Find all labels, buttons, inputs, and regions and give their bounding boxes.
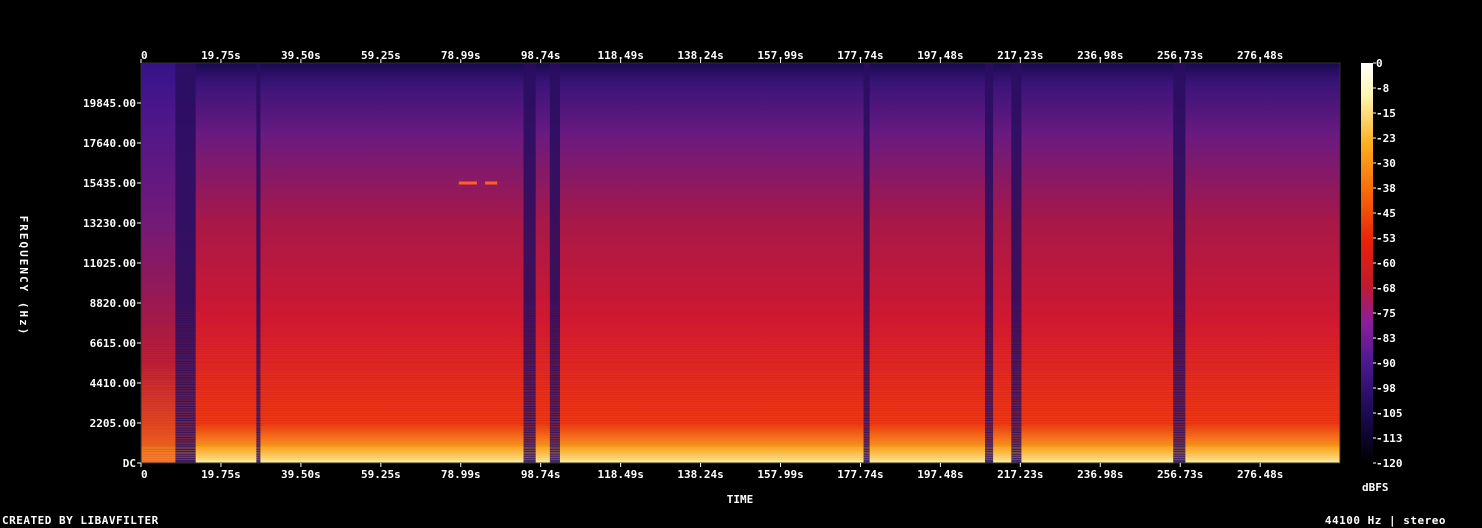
y-tick-label: 19845.00 — [83, 97, 136, 110]
x-tick-label-bottom: 0 — [141, 468, 148, 481]
x-ticks-top: 0 19.75s 39.50s 59.25s 78.99s 98.74s 118.49s 13… — [140, 49, 1283, 63]
colorbar-tick-label: -15 — [1376, 107, 1396, 120]
colorbar-tick-label: -60 — [1376, 257, 1396, 270]
y-ticks: DC 2205.00 4410.00 6615.00 8820.00 11025.00 13… — [83, 97, 141, 470]
x-tick-label-top: 59.25s — [361, 49, 401, 62]
x-tick-label-bottom: 78.99s — [441, 468, 481, 481]
quiet-segment — [1011, 63, 1022, 463]
colorbar-tick-label: -38 — [1376, 182, 1396, 195]
x-tick-label-bottom: 177.74s — [837, 468, 883, 481]
quiet-segment — [256, 63, 261, 463]
x-tick-label-bottom: 236.98s — [1077, 468, 1123, 481]
tone-segment — [458, 181, 477, 185]
colorbar-tick-label: -8 — [1376, 82, 1389, 95]
colorbar-tick-label: -53 — [1376, 232, 1396, 245]
quiet-segment — [984, 63, 994, 463]
colorbar-tick-label: -105 — [1376, 407, 1403, 420]
x-tick-label-top: 98.74s — [521, 49, 561, 62]
colorbar-tick-label: 0 — [1376, 57, 1383, 70]
colorbar-gradient — [1361, 63, 1373, 463]
x-tick-label-top: 78.99s — [441, 49, 481, 62]
footer-left: CREATED BY LIBAVFILTER — [2, 514, 159, 527]
y-tick-label: 11025.00 — [83, 257, 136, 270]
colorbar-label: dBFS — [1362, 481, 1389, 494]
y-axis-label: FREQUENCY (Hz) — [17, 216, 30, 337]
colorbar-tick-label: -90 — [1376, 357, 1396, 370]
x-tick-label-bottom: 217.23s — [997, 468, 1043, 481]
x-tick-label-top: 0 — [141, 49, 148, 62]
x-tick-label-top: 19.75s — [201, 49, 241, 62]
y-tick-label: 6615.00 — [90, 337, 136, 350]
quiet-segment — [175, 63, 196, 463]
x-tick-label-bottom: 118.49s — [597, 468, 643, 481]
colorbar-tick-label: -113 — [1376, 432, 1403, 445]
footer-right: 44100 Hz | stereo — [1324, 514, 1446, 527]
colorbar-tick-label: -68 — [1376, 282, 1396, 295]
spectrogram-base — [141, 63, 1340, 463]
x-tick-label-bottom: 197.48s — [917, 468, 963, 481]
x-tick-label-top: 256.73s — [1157, 49, 1203, 62]
colorbar-tick-label: -75 — [1376, 307, 1396, 320]
y-tick-label: 13230.00 — [83, 217, 136, 230]
x-tick-label-top: 138.24s — [677, 49, 723, 62]
x-tick-label-top: 197.48s — [917, 49, 963, 62]
spectrogram-chart: 0 19.75s 39.50s 59.25s 78.99s 98.74s 118.49s 13… — [17, 49, 1403, 506]
colorbar-tick-label: -83 — [1376, 332, 1396, 345]
x-axis-label: TIME — [727, 493, 754, 506]
x-tick-label-bottom: 19.75s — [201, 468, 241, 481]
colorbar-tick-label: -23 — [1376, 132, 1396, 145]
tone-segment — [485, 181, 498, 185]
x-tick-label-bottom: 98.74s — [521, 468, 561, 481]
x-tick-label-top: 177.74s — [837, 49, 883, 62]
colorbar-tick-label: -30 — [1376, 157, 1396, 170]
x-tick-label-bottom: 276.48s — [1237, 468, 1283, 481]
quiet-segment — [863, 63, 870, 463]
colorbar-tick-label: -120 — [1376, 457, 1403, 470]
x-tick-label-bottom: 157.99s — [757, 468, 803, 481]
x-tick-label-bottom: 256.73s — [1157, 468, 1203, 481]
x-tick-label-bottom: 39.50s — [281, 468, 321, 481]
x-tick-label-top: 217.23s — [997, 49, 1043, 62]
x-tick-label-bottom: 59.25s — [361, 468, 401, 481]
y-tick-label: 2205.00 — [90, 417, 136, 430]
x-tick-label-bottom: 138.24s — [677, 468, 723, 481]
quiet-segment — [1173, 63, 1186, 463]
x-ticks-bottom: 0 19.75s 39.50s 59.25s 78.99s 98.74s 118.49s 13… — [140, 463, 1283, 481]
colorbar-tick-label: -45 — [1376, 207, 1396, 220]
quiet-segment — [523, 63, 536, 463]
colorbar-tick-label: -98 — [1376, 382, 1396, 395]
x-tick-label-top: 118.49s — [597, 49, 643, 62]
x-tick-label-top: 276.48s — [1237, 49, 1283, 62]
quiet-segment — [549, 63, 560, 463]
x-tick-label-top: 39.50s — [281, 49, 321, 62]
y-tick-label: 17640.00 — [83, 137, 136, 150]
colorbar-ticks: 0 -8 -15 -23 -30 -38 -45 -53 -60 -68 -75 -83 -90 -98 -… — [1373, 57, 1403, 470]
y-tick-label: 15435.00 — [83, 177, 136, 190]
y-tick-label: 4410.00 — [90, 377, 136, 390]
spectrogram-plot — [140, 62, 1341, 464]
colorbar: 0 -8 -15 -23 -30 -38 -45 -53 -60 -68 -75 -83 -90 -98 -… — [1361, 57, 1403, 494]
x-tick-label-top: 157.99s — [757, 49, 803, 62]
y-tick-label: DC — [123, 457, 136, 470]
y-tick-label: 8820.00 — [90, 297, 136, 310]
x-tick-label-top: 236.98s — [1077, 49, 1123, 62]
